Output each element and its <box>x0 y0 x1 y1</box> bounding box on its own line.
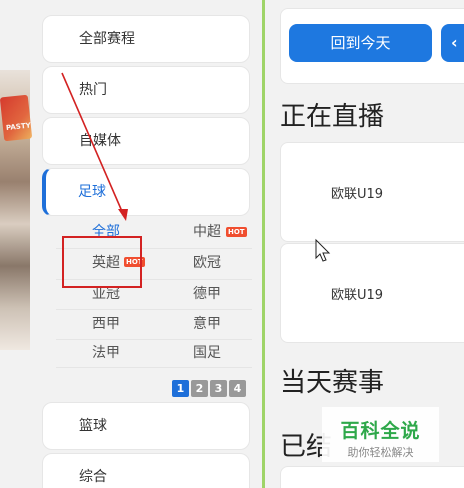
league-link-ucl[interactable]: 欧冠 <box>193 249 221 277</box>
sidebar-item-hot[interactable]: 热门 <box>42 66 250 114</box>
sidebar-item-label: 全部赛程 <box>79 31 135 47</box>
page-1-button[interactable]: 1 <box>172 380 189 397</box>
back-to-today-button[interactable]: 回到今天 <box>289 24 432 62</box>
match-league-label: 欧联U19 <box>331 288 384 303</box>
hot-badge: HOT <box>226 227 247 237</box>
sidebar-item-label: 篮球 <box>79 418 107 434</box>
row-divider <box>56 367 252 368</box>
sidebar-item-label: 自媒体 <box>79 133 121 149</box>
league-link-csl[interactable]: 中超 <box>193 218 221 246</box>
watermark-logo: 百科全说 助你轻松解决 <box>322 407 439 462</box>
league-link-national-team[interactable]: 国足 <box>193 339 221 367</box>
sidebar-item-self-media[interactable]: 自媒体 <box>42 117 250 165</box>
sidebar-item-label: 足球 <box>78 184 106 200</box>
annotation-highlight-box <box>62 236 142 288</box>
watermark-subtitle: 助你轻松解决 <box>347 446 414 459</box>
live-match-card[interactable]: 欧联U19 <box>280 142 464 242</box>
row-divider <box>56 339 252 340</box>
league-link-seriea[interactable]: 意甲 <box>193 310 221 338</box>
sidebar-item-all-schedule[interactable]: 全部赛程 <box>42 15 250 63</box>
sidebar-item-basketball[interactable]: 篮球 <box>42 402 250 450</box>
page-4-button[interactable]: 4 <box>229 380 246 397</box>
sidebar-item-label: 综合 <box>79 469 107 485</box>
sidebar-item-label: 热门 <box>79 82 107 98</box>
live-section-title: 正在直播 <box>280 102 385 132</box>
league-link-laliga[interactable]: 西甲 <box>92 310 120 338</box>
live-match-card[interactable]: 欧联U19 <box>280 243 464 343</box>
ended-match-card[interactable] <box>280 466 464 488</box>
date-nav-button[interactable]: ‹ <box>441 24 464 62</box>
pagination: 1234 <box>172 377 248 397</box>
today-section-title: 当天赛事 <box>280 368 385 398</box>
match-league-label: 欧联U19 <box>331 187 384 202</box>
page-3-button[interactable]: 3 <box>210 380 227 397</box>
league-link-bundesliga[interactable]: 德甲 <box>193 280 221 308</box>
sidebar-item-football[interactable]: 足球 <box>42 168 250 216</box>
watermark-title: 百科全说 <box>340 420 421 442</box>
banner-logo-icon: PASTY <box>0 94 33 142</box>
row-divider <box>56 309 252 310</box>
chevron-left-icon: ‹ <box>451 33 458 52</box>
page-2-button[interactable]: 2 <box>191 380 208 397</box>
sidebar-item-general[interactable]: 综合 <box>42 453 250 488</box>
league-link-ligue1[interactable]: 法甲 <box>92 339 120 367</box>
